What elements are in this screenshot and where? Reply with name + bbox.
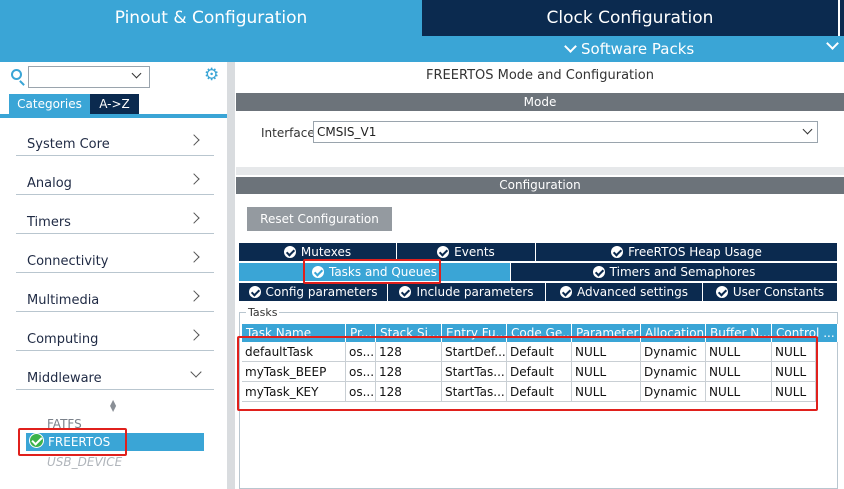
software-packs-menu[interactable]: Software Packs	[564, 36, 695, 62]
check-icon	[437, 246, 450, 258]
highlight-box	[237, 336, 818, 411]
mode-header: Mode	[236, 93, 844, 111]
tab-label: Include parameters	[416, 285, 534, 299]
category-computing[interactable]: Computing	[16, 321, 214, 351]
tab-config-parameters[interactable]: Config parameters	[239, 283, 388, 301]
category-timers[interactable]: Timers	[16, 204, 214, 234]
tab-label: FreeRTOS Heap Usage	[628, 245, 762, 259]
chevron-down-icon	[564, 40, 577, 53]
tab-user-constants[interactable]: User Constants	[703, 283, 838, 301]
interface-label: Interface	[261, 126, 315, 140]
category-label: System Core	[27, 137, 110, 152]
tab-timers-and-semaphores[interactable]: Timers and Semaphores	[511, 263, 838, 281]
tab-label: User Constants	[732, 285, 825, 299]
category-analog[interactable]: Analog	[16, 165, 214, 195]
check-icon	[592, 266, 605, 278]
middleware-item-usb-device[interactable]: USB_DEVICE	[47, 455, 122, 469]
gear-icon[interactable]: ⚙	[204, 67, 219, 84]
category-system-core[interactable]: System Core	[16, 126, 214, 156]
sort-icon[interactable]: ▲ ▼	[110, 399, 116, 413]
category-label: Multimedia	[27, 293, 100, 308]
tasks-group-label: Tasks	[246, 306, 280, 319]
configuration-header: Configuration	[236, 177, 844, 194]
tab-underline	[0, 114, 227, 118]
highlight-box	[18, 428, 127, 456]
tab-label: Events	[454, 245, 495, 259]
category-label: Connectivity	[27, 254, 109, 269]
chevron-down-icon	[190, 366, 202, 378]
check-icon	[611, 246, 624, 258]
chevron-right-icon	[188, 212, 200, 224]
category-label: Timers	[27, 215, 71, 230]
search-icon	[11, 69, 22, 80]
tab-include-parameters[interactable]: Include parameters	[388, 283, 546, 301]
tab-clock-configuration[interactable]: Clock Configuration	[422, 0, 838, 36]
tab-heap-usage[interactable]: FreeRTOS Heap Usage	[536, 243, 838, 261]
tab-pinout-configuration[interactable]: Pinout & Configuration	[0, 0, 422, 36]
tab-a-z[interactable]: A->Z	[90, 94, 139, 114]
check-icon	[715, 286, 728, 298]
software-packs-label: Software Packs	[581, 40, 695, 58]
software-packs-bar	[0, 36, 844, 62]
tab-categories[interactable]: Categories	[9, 94, 90, 114]
category-multimedia[interactable]: Multimedia	[16, 282, 214, 312]
section-divider	[236, 167, 844, 175]
category-middleware[interactable]: Middleware	[16, 360, 214, 390]
check-icon	[399, 286, 412, 298]
check-icon	[560, 286, 573, 298]
chevron-right-icon	[188, 173, 200, 185]
search-input[interactable]	[28, 66, 150, 88]
chevron-right-icon	[188, 290, 200, 302]
reset-configuration-button[interactable]: Reset Configuration	[247, 207, 392, 231]
chevron-right-icon	[188, 134, 200, 146]
page-title: FREERTOS Mode and Configuration	[426, 68, 654, 83]
tab-label: Advanced settings	[577, 285, 688, 299]
tab-label: Config parameters	[265, 285, 378, 299]
tab-advanced-settings[interactable]: Advanced settings	[546, 283, 703, 301]
category-connectivity[interactable]: Connectivity	[16, 243, 214, 273]
category-label: Computing	[27, 332, 99, 347]
check-icon	[248, 286, 261, 298]
panel-splitter[interactable]	[227, 62, 235, 489]
chevron-right-icon	[188, 251, 200, 263]
interface-select[interactable]: CMSIS_V1	[313, 121, 818, 143]
category-label: Analog	[27, 176, 72, 191]
tab-label: Mutexes	[300, 245, 352, 259]
check-icon	[283, 246, 296, 258]
tab-label: Timers and Semaphores	[609, 265, 756, 279]
highlight-box	[303, 259, 441, 284]
category-label: Middleware	[27, 371, 102, 386]
chevron-right-icon	[188, 329, 200, 341]
tab-overflow	[838, 0, 844, 36]
